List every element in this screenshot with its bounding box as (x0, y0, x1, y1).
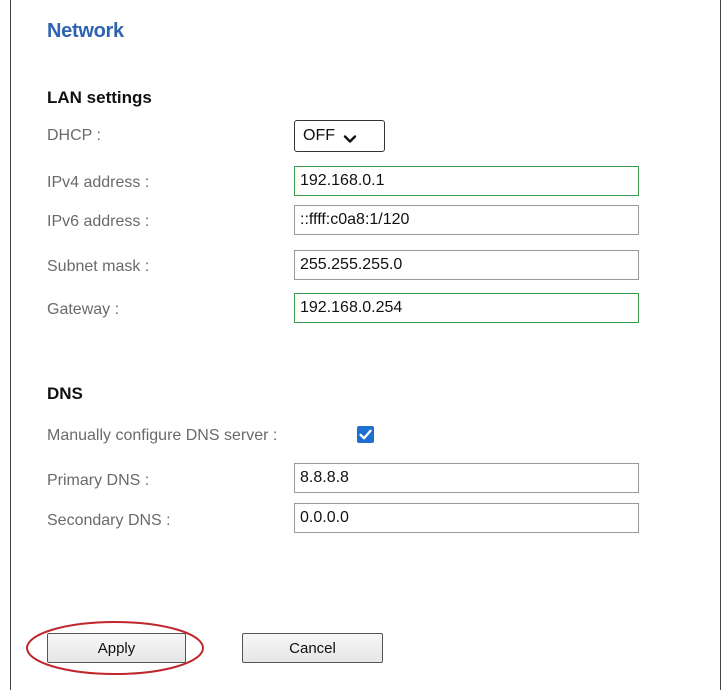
ipv6-address-input[interactable]: ::ffff:c0a8:1/120 (294, 205, 639, 235)
subnet-label: Subnet mask : (47, 258, 150, 275)
primary-dns-input[interactable]: 8.8.8.8 (294, 463, 639, 493)
secondary-dns-label: Secondary DNS : (47, 512, 171, 529)
gateway-input[interactable]: 192.168.0.254 (294, 293, 639, 323)
ipv4-label: IPv4 address : (47, 174, 150, 191)
ipv6-label: IPv6 address : (47, 213, 150, 230)
apply-button[interactable]: Apply (47, 633, 186, 663)
subnet-mask-input[interactable]: 255.255.255.0 (294, 250, 639, 280)
chevron-down-icon (343, 131, 357, 143)
manual-dns-checkbox[interactable] (357, 426, 374, 443)
dhcp-label: DHCP : (47, 127, 101, 144)
secondary-dns-input[interactable]: 0.0.0.0 (294, 503, 639, 533)
dhcp-select-value: OFF (303, 127, 335, 144)
primary-dns-label: Primary DNS : (47, 472, 150, 489)
dns-heading: DNS (47, 384, 83, 403)
ipv4-address-input[interactable]: 192.168.0.1 (294, 166, 639, 196)
page-title: Network (47, 20, 124, 42)
lan-settings-heading: LAN settings (47, 88, 152, 107)
manual-dns-label: Manually configure DNS server : (47, 427, 278, 444)
dhcp-select[interactable]: OFF (294, 120, 385, 152)
gateway-label: Gateway : (47, 301, 120, 318)
cancel-button[interactable]: Cancel (242, 633, 383, 663)
checkmark-icon (359, 429, 372, 440)
